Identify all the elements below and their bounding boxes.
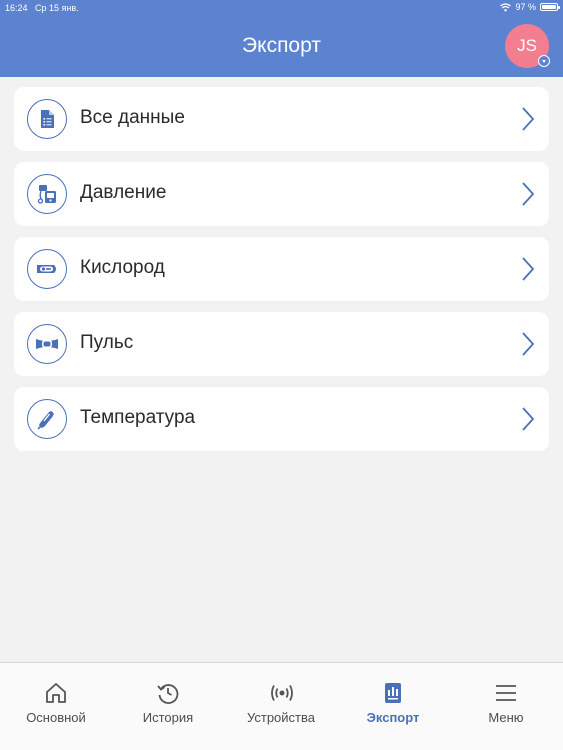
tab-label: Экспорт <box>366 710 420 725</box>
page-title: Экспорт <box>242 34 321 57</box>
status-bar: 16:24 Ср 15 янв. 97 % <box>0 0 563 16</box>
list-item-label: Пульс <box>80 332 134 353</box>
tab-home[interactable]: Основной <box>0 663 112 750</box>
chevron-right-icon <box>522 182 535 206</box>
chevron-right-icon <box>522 407 535 431</box>
chevron-right-icon <box>522 107 535 131</box>
tab-devices[interactable]: Устройства <box>225 663 337 750</box>
chevron-right-icon <box>522 257 535 281</box>
tab-history[interactable]: История <box>112 663 224 750</box>
avatar-initials: JS <box>517 36 537 55</box>
status-date: Ср 15 янв. <box>35 3 79 13</box>
history-icon <box>157 684 179 704</box>
thermometer-icon <box>27 399 67 439</box>
avatar-dropdown-icon <box>538 55 550 67</box>
wifi-icon <box>500 2 512 11</box>
list-item-label: Температура <box>80 407 196 428</box>
battery-percent: 97 % <box>515 2 536 12</box>
broadcast-icon <box>271 685 293 701</box>
list-item-label: Давление <box>80 182 167 203</box>
report-icon <box>385 683 401 703</box>
status-right: 97 % <box>500 2 560 12</box>
tab-label: Основной <box>26 710 86 725</box>
battery-icon <box>540 3 560 11</box>
status-time: 16:24 <box>5 3 28 13</box>
tab-menu[interactable]: Меню <box>450 663 562 750</box>
tab-export[interactable]: Экспорт <box>337 663 449 750</box>
battery-fill <box>542 5 556 9</box>
app-header: 16:24 Ср 15 янв. 97 % Экспорт JS <box>0 0 563 77</box>
pulse-oximeter-icon <box>27 249 67 289</box>
list-item-label: Все данные <box>80 107 185 128</box>
tab-label: История <box>142 710 194 725</box>
chevron-right-icon <box>522 332 535 356</box>
avatar[interactable]: JS <box>505 24 550 68</box>
list-item-pressure[interactable]: Давление <box>14 162 549 226</box>
blood-pressure-monitor-icon <box>27 174 67 214</box>
tab-bar: Основной История Устройства Экспорт Меню <box>0 662 563 750</box>
list-item-oxygen[interactable]: Кислород <box>14 237 549 301</box>
list-item-pulse[interactable]: Пульс <box>14 312 549 376</box>
tab-label: Устройства <box>246 710 315 725</box>
document-list-icon <box>27 99 67 139</box>
menu-icon <box>496 685 516 701</box>
list-item-all-data[interactable]: Все данные <box>14 87 549 151</box>
heart-rate-band-icon <box>27 324 67 364</box>
tab-label: Меню <box>488 710 524 725</box>
list-item-temperature[interactable]: Температура <box>14 387 549 451</box>
home-icon <box>46 683 66 703</box>
list-item-label: Кислород <box>80 257 165 278</box>
export-list: Все данные Давление Кислород Пульс Темпе… <box>14 87 549 462</box>
